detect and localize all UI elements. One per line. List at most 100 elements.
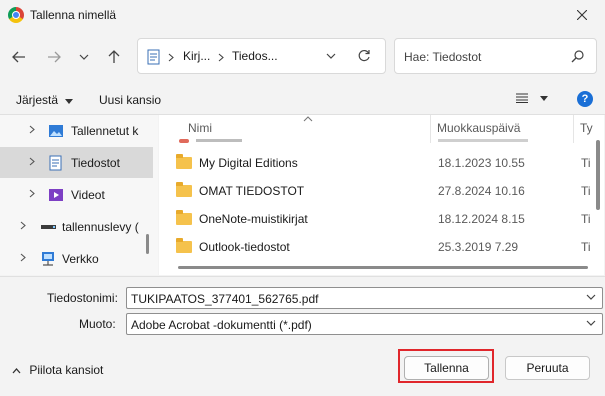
nav-item-saved-pictures[interactable]: Tallennetut k <box>0 115 153 146</box>
column-separator[interactable] <box>573 115 574 143</box>
navigation-pane: Tallennetut k Tiedostot Videot tallennus… <box>0 115 158 275</box>
file-type: Ti <box>581 184 591 198</box>
file-list-horizontal-scrollbar[interactable] <box>178 266 588 269</box>
chevron-right-icon[interactable] <box>20 221 26 230</box>
format-select[interactable]: Adobe Acrobat -dokumentti (*.pdf) <box>126 313 603 335</box>
filename-input[interactable]: TUKIPAATOS_377401_562765.pdf <box>131 292 318 306</box>
folder-icon <box>176 182 192 197</box>
search-box[interactable]: Hae: Tiedostot <box>394 38 597 74</box>
back-button[interactable] <box>6 44 32 70</box>
chrome-app-icon <box>8 7 24 23</box>
cancel-button[interactable]: Peruuta <box>505 356 590 380</box>
file-type: Ti <box>581 156 591 170</box>
pictures-icon <box>49 125 63 137</box>
chevron-down-icon[interactable] <box>586 320 596 326</box>
partial-row-text <box>196 139 242 142</box>
file-name: Outlook-tiedostot <box>199 240 290 254</box>
hide-folders-label: Piilota kansiot <box>29 363 104 377</box>
forward-button[interactable] <box>41 44 67 70</box>
folder-icon <box>176 210 192 225</box>
view-options-icon[interactable] <box>516 93 528 103</box>
column-header-modified[interactable]: Muokkauspäivä <box>437 121 520 135</box>
nav-item-label: Tiedostot <box>71 156 120 170</box>
chevron-down-icon[interactable] <box>326 53 336 59</box>
file-row[interactable]: My Digital Editions 18.1.2023 10.55 Ti <box>159 153 591 175</box>
organize-button[interactable]: Järjestä <box>16 93 74 107</box>
refresh-icon[interactable] <box>357 49 371 63</box>
file-row[interactable]: OneNote-muistikirjat 18.12.2024 8.15 Ti <box>159 209 591 231</box>
chevron-up-icon <box>12 368 21 374</box>
file-modified: 27.8.2024 10.16 <box>438 184 525 198</box>
arrow-right-icon <box>48 51 61 63</box>
nav-item-label: Tallennetut k <box>71 124 139 138</box>
file-row[interactable]: OMAT TIEDOSTOT 27.8.2024 10.16 Ti <box>159 181 591 203</box>
arrow-up-icon <box>108 50 120 63</box>
caret-down-icon[interactable] <box>540 96 548 101</box>
nav-item-documents[interactable]: Tiedostot <box>0 147 153 178</box>
file-name: OMAT TIEDOSTOT <box>199 184 305 198</box>
format-label: Muoto: <box>79 317 116 331</box>
up-button[interactable] <box>101 44 127 70</box>
nav-item-network[interactable]: Verkko <box>0 243 153 274</box>
nav-item-videos[interactable]: Videot <box>0 179 153 210</box>
folder-icon <box>176 238 192 253</box>
network-icon <box>42 252 54 266</box>
partial-row-icon <box>179 139 189 143</box>
chevron-right-icon <box>218 53 224 62</box>
close-button[interactable] <box>559 0 605 30</box>
file-name: OneNote-muistikirjat <box>199 212 308 226</box>
title-bar: Tallenna nimellä <box>0 0 605 30</box>
documents-folder-icon <box>147 49 160 65</box>
nav-item-label: tallennuslevy ( <box>62 220 139 234</box>
address-bar[interactable]: Kirj... Tiedos... <box>137 38 386 74</box>
new-folder-button[interactable]: Uusi kansio <box>99 93 161 107</box>
file-list: Nimi Muokkauspäivä Ty My Digital Edition… <box>159 115 604 275</box>
file-modified: 18.1.2023 10.55 <box>438 156 525 170</box>
filename-field[interactable]: TUKIPAATOS_377401_562765.pdf <box>126 287 603 309</box>
search-input[interactable]: Hae: Tiedostot <box>404 50 481 64</box>
file-modified: 18.12.2024 8.15 <box>438 212 525 226</box>
close-icon <box>577 10 587 20</box>
breadcrumb-item[interactable]: Tiedos... <box>232 49 278 63</box>
window-title: Tallenna nimellä <box>30 8 117 22</box>
chevron-right-icon[interactable] <box>20 253 26 262</box>
organize-label: Järjestä <box>16 93 59 107</box>
divider <box>0 276 605 277</box>
documents-icon <box>49 155 62 171</box>
chevron-down-icon[interactable] <box>586 294 596 300</box>
chevron-down-icon <box>79 54 89 60</box>
arrow-left-icon <box>12 51 25 63</box>
file-modified: 25.3.2019 7.29 <box>438 240 519 254</box>
caret-down-icon <box>65 99 74 104</box>
column-header-name[interactable]: Nimi <box>188 121 212 135</box>
chevron-right-icon[interactable] <box>29 157 35 166</box>
recent-locations-button[interactable] <box>71 44 97 70</box>
navigation-scrollbar[interactable] <box>146 234 149 254</box>
nav-item-label: Verkko <box>62 252 99 266</box>
chevron-right-icon[interactable] <box>29 189 35 198</box>
nav-item-drive[interactable]: tallennuslevy ( <box>0 211 153 242</box>
search-icon <box>571 50 584 63</box>
file-name: My Digital Editions <box>199 156 298 170</box>
command-bar: Järjestä Uusi kansio <box>0 84 605 114</box>
partial-row-text <box>438 139 528 142</box>
file-type: Ti <box>581 212 591 226</box>
chevron-right-icon <box>168 53 174 62</box>
file-row[interactable]: Outlook-tiedostot 25.3.2019 7.29 Ti <box>159 237 591 259</box>
breadcrumb-item[interactable]: Kirj... <box>183 49 210 63</box>
chevron-right-icon[interactable] <box>29 125 35 134</box>
save-button-highlight <box>398 349 494 383</box>
sort-up-icon <box>303 116 313 122</box>
filename-label: Tiedostonimi: <box>47 291 118 305</box>
hide-folders-button[interactable]: Piilota kansiot <box>12 363 103 377</box>
folder-icon <box>176 154 192 169</box>
format-value: Adobe Acrobat -dokumentti (*.pdf) <box>131 318 312 332</box>
file-type: Ti <box>581 240 591 254</box>
column-separator[interactable] <box>430 115 431 143</box>
nav-item-label: Videot <box>71 188 105 202</box>
drive-icon <box>41 225 56 229</box>
file-list-vertical-scrollbar[interactable] <box>596 140 600 210</box>
column-header-type[interactable]: Ty <box>580 121 593 135</box>
videos-icon <box>49 189 63 201</box>
help-button[interactable]: ? <box>577 91 593 107</box>
